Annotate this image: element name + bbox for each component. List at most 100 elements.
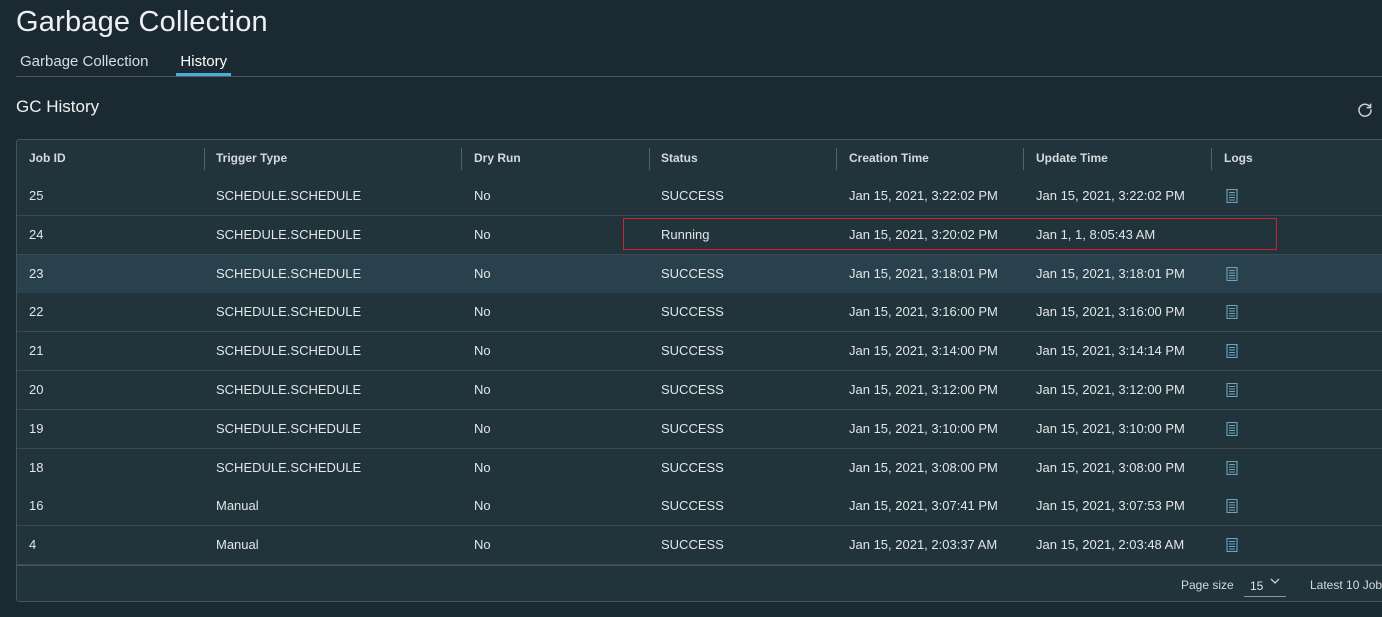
- cell-trigger-type: SCHEDULE.SCHEDULE: [216, 420, 362, 436]
- table-row[interactable]: 20 SCHEDULE.SCHEDULE No SUCCESS Jan 15, 2021…: [17, 371, 1382, 410]
- cell-job-id: 16: [29, 498, 44, 514]
- cell-creation-time: Jan 15, 2021, 3:18:01 PM: [849, 265, 998, 281]
- page: Garbage Collection Garbage Collection Hi…: [0, 0, 1382, 617]
- cell-dry-run: No: [474, 343, 491, 359]
- cell-status: SUCCESS: [661, 304, 724, 320]
- cell-creation-time: Jan 15, 2021, 3:22:02 PM: [849, 188, 998, 203]
- cell-status: SUCCESS: [661, 537, 724, 553]
- cell-job-id: 21: [29, 343, 44, 359]
- cell-update-time: Jan 15, 2021, 3:08:00 PM: [1036, 459, 1185, 475]
- column-header-status[interactable]: Status: [661, 140, 698, 177]
- cell-dry-run: No: [474, 420, 491, 436]
- cell-trigger-type: Manual: [216, 498, 259, 514]
- cell-creation-time: Jan 15, 2021, 3:16:00 PM: [849, 304, 998, 320]
- cell-trigger-type: SCHEDULE.SCHEDULE: [216, 188, 362, 203]
- document-icon[interactable]: [1226, 344, 1238, 359]
- page-title: Garbage Collection: [16, 6, 268, 38]
- cell-status: SUCCESS: [661, 498, 724, 514]
- document-icon[interactable]: [1226, 383, 1238, 397]
- cell-update-time: Jan 15, 2021, 3:22:02 PM: [1036, 188, 1185, 203]
- column-resize-handle[interactable]: [1211, 148, 1212, 170]
- cell-update-time: Jan 15, 2021, 3:10:00 PM: [1036, 420, 1185, 436]
- cell-job-id: 18: [29, 459, 44, 475]
- cell-trigger-type: SCHEDULE.SCHEDULE: [216, 265, 362, 281]
- document-icon[interactable]: [1226, 266, 1238, 281]
- cell-status: SUCCESS: [661, 420, 724, 436]
- cell-dry-run: No: [474, 498, 491, 514]
- cell-job-id: 23: [29, 265, 44, 281]
- column-header-dry-run[interactable]: Dry Run: [474, 140, 521, 177]
- jobs-count: Latest 10 Jobs: [1310, 578, 1382, 592]
- column-resize-handle[interactable]: [204, 148, 205, 170]
- column-header-trigger-type[interactable]: Trigger Type: [216, 140, 287, 177]
- cell-update-time: Jan 15, 2021, 3:18:01 PM: [1036, 265, 1185, 281]
- cell-dry-run: No: [474, 304, 491, 320]
- cell-update-time: Jan 1, 1, 8:05:43 AM: [1036, 226, 1156, 242]
- cell-creation-time: Jan 15, 2021, 3:08:00 PM: [849, 459, 998, 475]
- table-row[interactable]: 21 SCHEDULE.SCHEDULE No SUCCESS Jan 15, 2021…: [17, 332, 1382, 372]
- table-footer: Page size 15 Latest 10 Jobs: [17, 565, 1382, 601]
- tabs-divider: [16, 76, 1382, 77]
- cell-trigger-type: SCHEDULE.SCHEDULE: [216, 304, 362, 320]
- cell-creation-time: Jan 15, 2021, 2:03:37 AM: [849, 537, 998, 553]
- cell-job-id: 24: [29, 226, 44, 242]
- table-row[interactable]: 25 SCHEDULE.SCHEDULE No SUCCESS Jan 15, 2021…: [17, 177, 1382, 216]
- table-row[interactable]: 16 Manual No SUCCESS Jan 15, 2021, 3:07:41 P…: [17, 487, 1382, 527]
- cell-creation-time: Jan 15, 2021, 3:20:02 PM: [849, 226, 998, 242]
- column-resize-handle[interactable]: [461, 148, 462, 170]
- cell-dry-run: No: [474, 382, 491, 397]
- refresh-icon[interactable]: [1356, 101, 1374, 119]
- column-header-logs[interactable]: Logs: [1224, 140, 1253, 177]
- cell-job-id: 22: [29, 304, 44, 320]
- cell-dry-run: No: [474, 188, 491, 203]
- cell-trigger-type: Manual: [216, 537, 259, 553]
- cell-update-time: Jan 15, 2021, 3:07:53 PM: [1036, 498, 1185, 514]
- cell-status: SUCCESS: [661, 265, 724, 281]
- document-icon[interactable]: [1226, 538, 1238, 553]
- document-icon[interactable]: [1226, 421, 1238, 436]
- table-row[interactable]: 22 SCHEDULE.SCHEDULE No SUCCESS Jan 15, 2021…: [17, 293, 1382, 333]
- cell-status: SUCCESS: [661, 382, 724, 397]
- cell-trigger-type: SCHEDULE.SCHEDULE: [216, 382, 362, 397]
- cell-creation-time: Jan 15, 2021, 3:07:41 PM: [849, 498, 998, 514]
- cell-status: Running: [661, 226, 710, 242]
- column-resize-handle[interactable]: [1023, 148, 1024, 170]
- document-icon[interactable]: [1226, 499, 1238, 514]
- page-size-select[interactable]: 15: [1244, 572, 1286, 597]
- document-icon[interactable]: [1226, 189, 1238, 203]
- cell-creation-time: Jan 15, 2021, 3:14:00 PM: [849, 343, 998, 359]
- cell-status: SUCCESS: [661, 343, 724, 359]
- table-row[interactable]: 23 SCHEDULE.SCHEDULE No SUCCESS Jan 15, 2021…: [17, 254, 1382, 294]
- column-header-update-time[interactable]: Update Time: [1036, 140, 1108, 177]
- cell-job-id: 19: [29, 420, 44, 436]
- column-header-creation-time[interactable]: Creation Time: [849, 140, 929, 177]
- page-size-label: Page size: [1181, 578, 1234, 592]
- column-resize-handle[interactable]: [649, 148, 650, 170]
- cell-dry-run: No: [474, 537, 491, 553]
- cell-job-id: 4: [29, 537, 37, 553]
- gc-history-table: Job ID Trigger Type Dry Run Status Creation …: [16, 139, 1382, 602]
- table-row[interactable]: 24 SCHEDULE.SCHEDULE No Running Jan 15, 2021…: [17, 215, 1382, 255]
- cell-job-id: 20: [29, 382, 44, 397]
- tab-history[interactable]: History: [176, 48, 232, 76]
- tab-bar: Garbage Collection History: [16, 48, 255, 76]
- table-row[interactable]: 18 SCHEDULE.SCHEDULE No SUCCESS Jan 15, 2021…: [17, 448, 1382, 488]
- cell-dry-run: No: [474, 265, 491, 281]
- tab-garbage-collection[interactable]: Garbage Collection: [16, 48, 152, 76]
- table-row[interactable]: 19 SCHEDULE.SCHEDULE No SUCCESS Jan 15, 2021…: [17, 409, 1382, 449]
- cell-trigger-type: SCHEDULE.SCHEDULE: [216, 459, 362, 475]
- cell-update-time: Jan 15, 2021, 3:12:00 PM: [1036, 382, 1185, 397]
- column-header-job-id[interactable]: Job ID: [29, 140, 66, 177]
- page-size-value: 15: [1250, 579, 1264, 593]
- column-resize-handle[interactable]: [836, 148, 837, 170]
- cell-status: SUCCESS: [661, 459, 724, 475]
- cell-creation-time: Jan 15, 2021, 3:10:00 PM: [849, 420, 998, 436]
- table-header: Job ID Trigger Type Dry Run Status Creation …: [17, 140, 1382, 178]
- document-icon[interactable]: [1226, 305, 1238, 320]
- cell-creation-time: Jan 15, 2021, 3:12:00 PM: [849, 382, 998, 397]
- cell-dry-run: No: [474, 226, 491, 242]
- table-row[interactable]: 4 Manual No SUCCESS Jan 15, 2021, 2:03:37 AM…: [17, 526, 1382, 566]
- cell-update-time: Jan 15, 2021, 3:16:00 PM: [1036, 304, 1185, 320]
- cell-status: SUCCESS: [661, 188, 724, 203]
- document-icon[interactable]: [1226, 460, 1238, 475]
